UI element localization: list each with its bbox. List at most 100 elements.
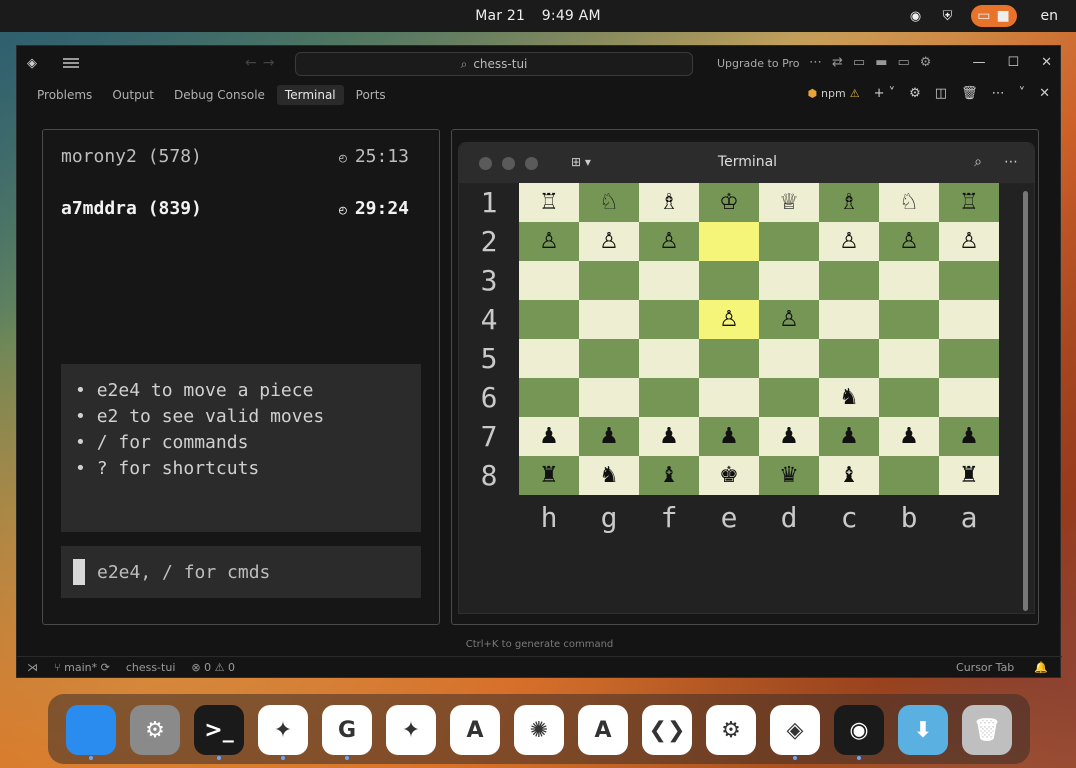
white-bishop-icon[interactable]: ♗ xyxy=(659,190,679,215)
vscode-app-icon[interactable]: ❮❯ xyxy=(642,705,692,755)
remote-icon[interactable]: ⋊ xyxy=(27,661,38,674)
board-square[interactable] xyxy=(579,378,639,417)
tab-problems[interactable]: Problems xyxy=(29,85,100,105)
board-square[interactable]: ♜ xyxy=(939,456,999,495)
back-arrow-icon[interactable]: ← xyxy=(245,55,263,71)
gear-icon[interactable]: ⚙ xyxy=(920,55,932,70)
project-name[interactable]: chess-tui xyxy=(126,661,176,674)
cursor-app-icon[interactable]: ◈ xyxy=(770,705,820,755)
board-square[interactable] xyxy=(939,261,999,300)
board-square[interactable] xyxy=(519,261,579,300)
board-square[interactable]: ♟ xyxy=(639,417,699,456)
board-square[interactable] xyxy=(939,378,999,417)
board-square[interactable]: ♟ xyxy=(819,417,879,456)
close-panel-icon[interactable]: ✕ xyxy=(1039,86,1050,101)
board-square[interactable]: ♝ xyxy=(819,456,879,495)
board-square[interactable] xyxy=(579,339,639,378)
white-pawn-icon[interactable]: ♙ xyxy=(779,307,799,332)
white-rook-icon[interactable]: ♖ xyxy=(539,190,559,215)
chevron-down-icon[interactable]: ˅ xyxy=(1019,86,1026,101)
white-pawn-icon[interactable]: ♙ xyxy=(659,229,679,254)
black-pawn-icon[interactable]: ♟ xyxy=(839,424,859,449)
board-square[interactable] xyxy=(879,300,939,339)
bell-icon[interactable]: 🔔 xyxy=(1034,661,1048,674)
board-square[interactable] xyxy=(699,222,759,261)
black-knight-icon[interactable]: ♞ xyxy=(599,463,619,488)
white-pawn-icon[interactable]: ♙ xyxy=(959,229,979,254)
black-pawn-icon[interactable]: ♟ xyxy=(599,424,619,449)
board-square[interactable] xyxy=(639,300,699,339)
board-square[interactable] xyxy=(759,222,819,261)
maximize-icon[interactable]: ☐ xyxy=(1007,55,1019,70)
board-square[interactable]: ♟ xyxy=(519,417,579,456)
board-square[interactable]: ♟ xyxy=(939,417,999,456)
terminal-app-icon[interactable]: >_ xyxy=(194,705,244,755)
board-square[interactable] xyxy=(759,378,819,417)
claude-app-icon[interactable]: ✺ xyxy=(514,705,564,755)
tab-output[interactable]: Output xyxy=(104,85,162,105)
board-square[interactable]: ♘ xyxy=(879,183,939,222)
split-terminal-icon[interactable]: ◫ xyxy=(935,86,947,101)
board-square[interactable]: ♙ xyxy=(819,222,879,261)
screen-record-icon[interactable]: ◉ xyxy=(907,7,925,25)
cursor-tab-indicator[interactable]: Cursor Tab xyxy=(956,661,1014,674)
board-square[interactable]: ♙ xyxy=(579,222,639,261)
npm-task[interactable]: ⬢ npm ⚠ xyxy=(807,87,859,100)
white-rook-icon[interactable]: ♖ xyxy=(959,190,979,215)
board-square[interactable]: ♜ xyxy=(519,456,579,495)
board-square[interactable] xyxy=(819,261,879,300)
board-square[interactable]: ♙ xyxy=(699,300,759,339)
menu-icon[interactable]: ⋯ xyxy=(1004,154,1018,170)
settings-app-icon[interactable]: ⚙ xyxy=(130,705,180,755)
gemini-app-icon[interactable]: ✦ xyxy=(386,705,436,755)
board-square[interactable] xyxy=(879,339,939,378)
toggle-secondary-sidebar-icon[interactable]: ▭ xyxy=(898,55,910,70)
board-square[interactable] xyxy=(579,300,639,339)
board-square[interactable] xyxy=(819,339,879,378)
toggle-sidebar-icon[interactable]: ▭ xyxy=(853,55,865,70)
black-queen-icon[interactable]: ♛ xyxy=(779,463,799,488)
black-knight-icon[interactable]: ♞ xyxy=(839,385,859,410)
trash-icon[interactable]: 🗑 xyxy=(961,86,978,101)
white-pawn-icon[interactable]: ♙ xyxy=(719,307,739,332)
board-square[interactable] xyxy=(759,339,819,378)
board-square[interactable]: ♞ xyxy=(579,456,639,495)
search-icon[interactable]: ⌕ xyxy=(974,154,982,170)
board-square[interactable]: ♗ xyxy=(639,183,699,222)
board-square[interactable]: ♟ xyxy=(579,417,639,456)
board-square[interactable] xyxy=(879,378,939,417)
board-square[interactable] xyxy=(939,339,999,378)
board-square[interactable]: ♝ xyxy=(639,456,699,495)
black-pawn-icon[interactable]: ♟ xyxy=(899,424,919,449)
downloads-app-icon[interactable]: ⬇ xyxy=(898,705,948,755)
board-square[interactable] xyxy=(819,300,879,339)
terminal-settings-icon[interactable]: ⚙ xyxy=(909,86,921,101)
language-indicator[interactable]: en xyxy=(1041,8,1059,24)
board-square[interactable]: ♖ xyxy=(519,183,579,222)
black-pawn-icon[interactable]: ♟ xyxy=(719,424,739,449)
white-knight-icon[interactable]: ♘ xyxy=(899,190,919,215)
board-square[interactable]: ♟ xyxy=(879,417,939,456)
board-square[interactable] xyxy=(699,339,759,378)
board-square[interactable]: ♛ xyxy=(759,456,819,495)
board-square[interactable] xyxy=(519,300,579,339)
board-square[interactable] xyxy=(879,456,939,495)
swap-icon[interactable]: ⇄ xyxy=(832,55,843,70)
command-search-bar[interactable]: ⌕ chess-tui xyxy=(295,52,693,76)
google-app-icon[interactable]: G xyxy=(322,705,372,755)
board-square[interactable] xyxy=(699,378,759,417)
white-pawn-icon[interactable]: ♙ xyxy=(599,229,619,254)
board-square[interactable] xyxy=(519,378,579,417)
board-square[interactable] xyxy=(639,378,699,417)
board-square[interactable]: ♙ xyxy=(759,300,819,339)
black-rook-icon[interactable]: ♜ xyxy=(539,463,559,488)
add-terminal-icon[interactable]: + ˅ xyxy=(874,86,896,101)
board-square[interactable] xyxy=(579,261,639,300)
white-knight-icon[interactable]: ♘ xyxy=(599,190,619,215)
figma-app-icon[interactable]: ✦ xyxy=(258,705,308,755)
board-square[interactable] xyxy=(699,261,759,300)
shield-icon[interactable]: ⛨ xyxy=(939,7,957,25)
more-actions-icon[interactable]: ⋯ xyxy=(992,86,1005,101)
board-square[interactable] xyxy=(639,339,699,378)
black-bishop-icon[interactable]: ♝ xyxy=(839,463,859,488)
